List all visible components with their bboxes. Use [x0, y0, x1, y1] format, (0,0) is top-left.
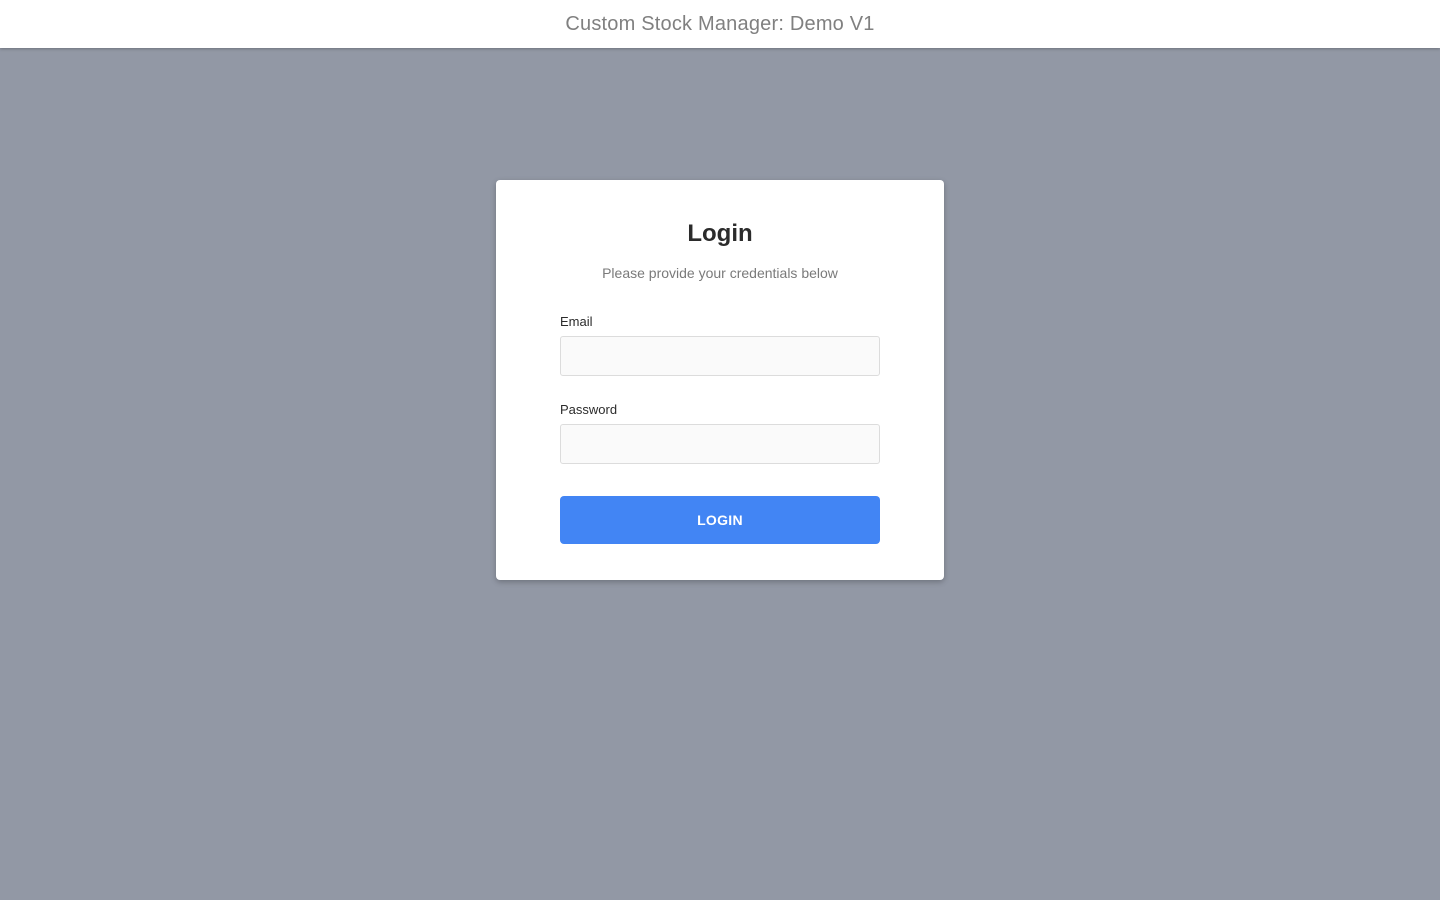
login-subtitle: Please provide your credentials below — [602, 265, 838, 281]
login-button[interactable]: LOGIN — [560, 496, 880, 544]
login-card: Login Please provide your credentials be… — [496, 180, 944, 580]
password-label: Password — [560, 402, 618, 417]
password-field[interactable] — [560, 424, 880, 464]
email-field[interactable] — [560, 336, 880, 376]
email-label: Email — [560, 314, 593, 329]
app-title: Custom Stock Manager: Demo V1 — [565, 12, 875, 35]
top-app-bar: Custom Stock Manager: Demo V1 — [0, 0, 1440, 48]
login-heading: Login — [687, 220, 753, 247]
